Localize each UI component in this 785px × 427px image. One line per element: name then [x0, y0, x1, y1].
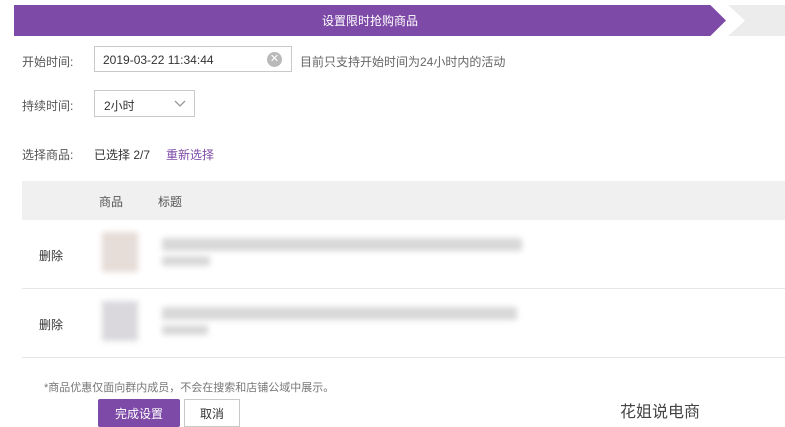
product-thumbnail	[102, 232, 138, 272]
delete-link[interactable]: 删除	[39, 316, 63, 333]
start-time-label: 开始时间:	[22, 55, 74, 69]
watermark-text: 花姐说电商	[620, 404, 701, 421]
product-title-blurred	[162, 307, 517, 320]
table-row: 删除	[22, 289, 785, 358]
goods-table: 商品 标题 删除 删除	[22, 181, 785, 359]
header-title: 标题	[158, 195, 183, 209]
goods-label: 选择商品:	[22, 148, 74, 162]
duration-label: 持续时间:	[22, 99, 74, 113]
reselect-link[interactable]: 重新选择	[166, 146, 214, 163]
cancel-button[interactable]: 取消	[184, 399, 240, 427]
watermark: 花姐说电商	[620, 398, 700, 422]
table-header: 商品 标题	[22, 181, 785, 220]
duration-select[interactable]: 2小时	[94, 90, 195, 117]
delete-link[interactable]: 删除	[39, 247, 63, 264]
chevron-down-icon	[174, 100, 186, 107]
product-title-blurred	[162, 238, 522, 251]
notice-text: *商品优惠仅面向群内成员，不会在搜索和店铺公域中展示。	[44, 382, 335, 394]
banner-step-arrow	[728, 5, 785, 36]
product-subtitle-blurred	[162, 256, 210, 266]
confirm-button[interactable]: 完成设置	[98, 399, 180, 427]
start-time-input[interactable]: 2019-03-22 11:34:44 ✕	[94, 46, 292, 72]
selected-count: 已选择 2/7	[94, 148, 151, 162]
page-banner: 设置限时抢购商品	[14, 5, 726, 36]
start-time-value: 2019-03-22 11:34:44	[103, 53, 214, 67]
header-goods: 商品	[99, 195, 124, 209]
table-row: 删除	[22, 220, 785, 289]
start-time-hint: 目前只支持开始时间为24小时内的活动	[300, 55, 506, 69]
product-subtitle-blurred	[162, 325, 208, 335]
clear-icon[interactable]: ✕	[267, 52, 282, 67]
product-thumbnail	[102, 301, 138, 341]
duration-value: 2小时	[104, 99, 135, 113]
banner-title: 设置限时抢购商品	[321, 14, 418, 28]
